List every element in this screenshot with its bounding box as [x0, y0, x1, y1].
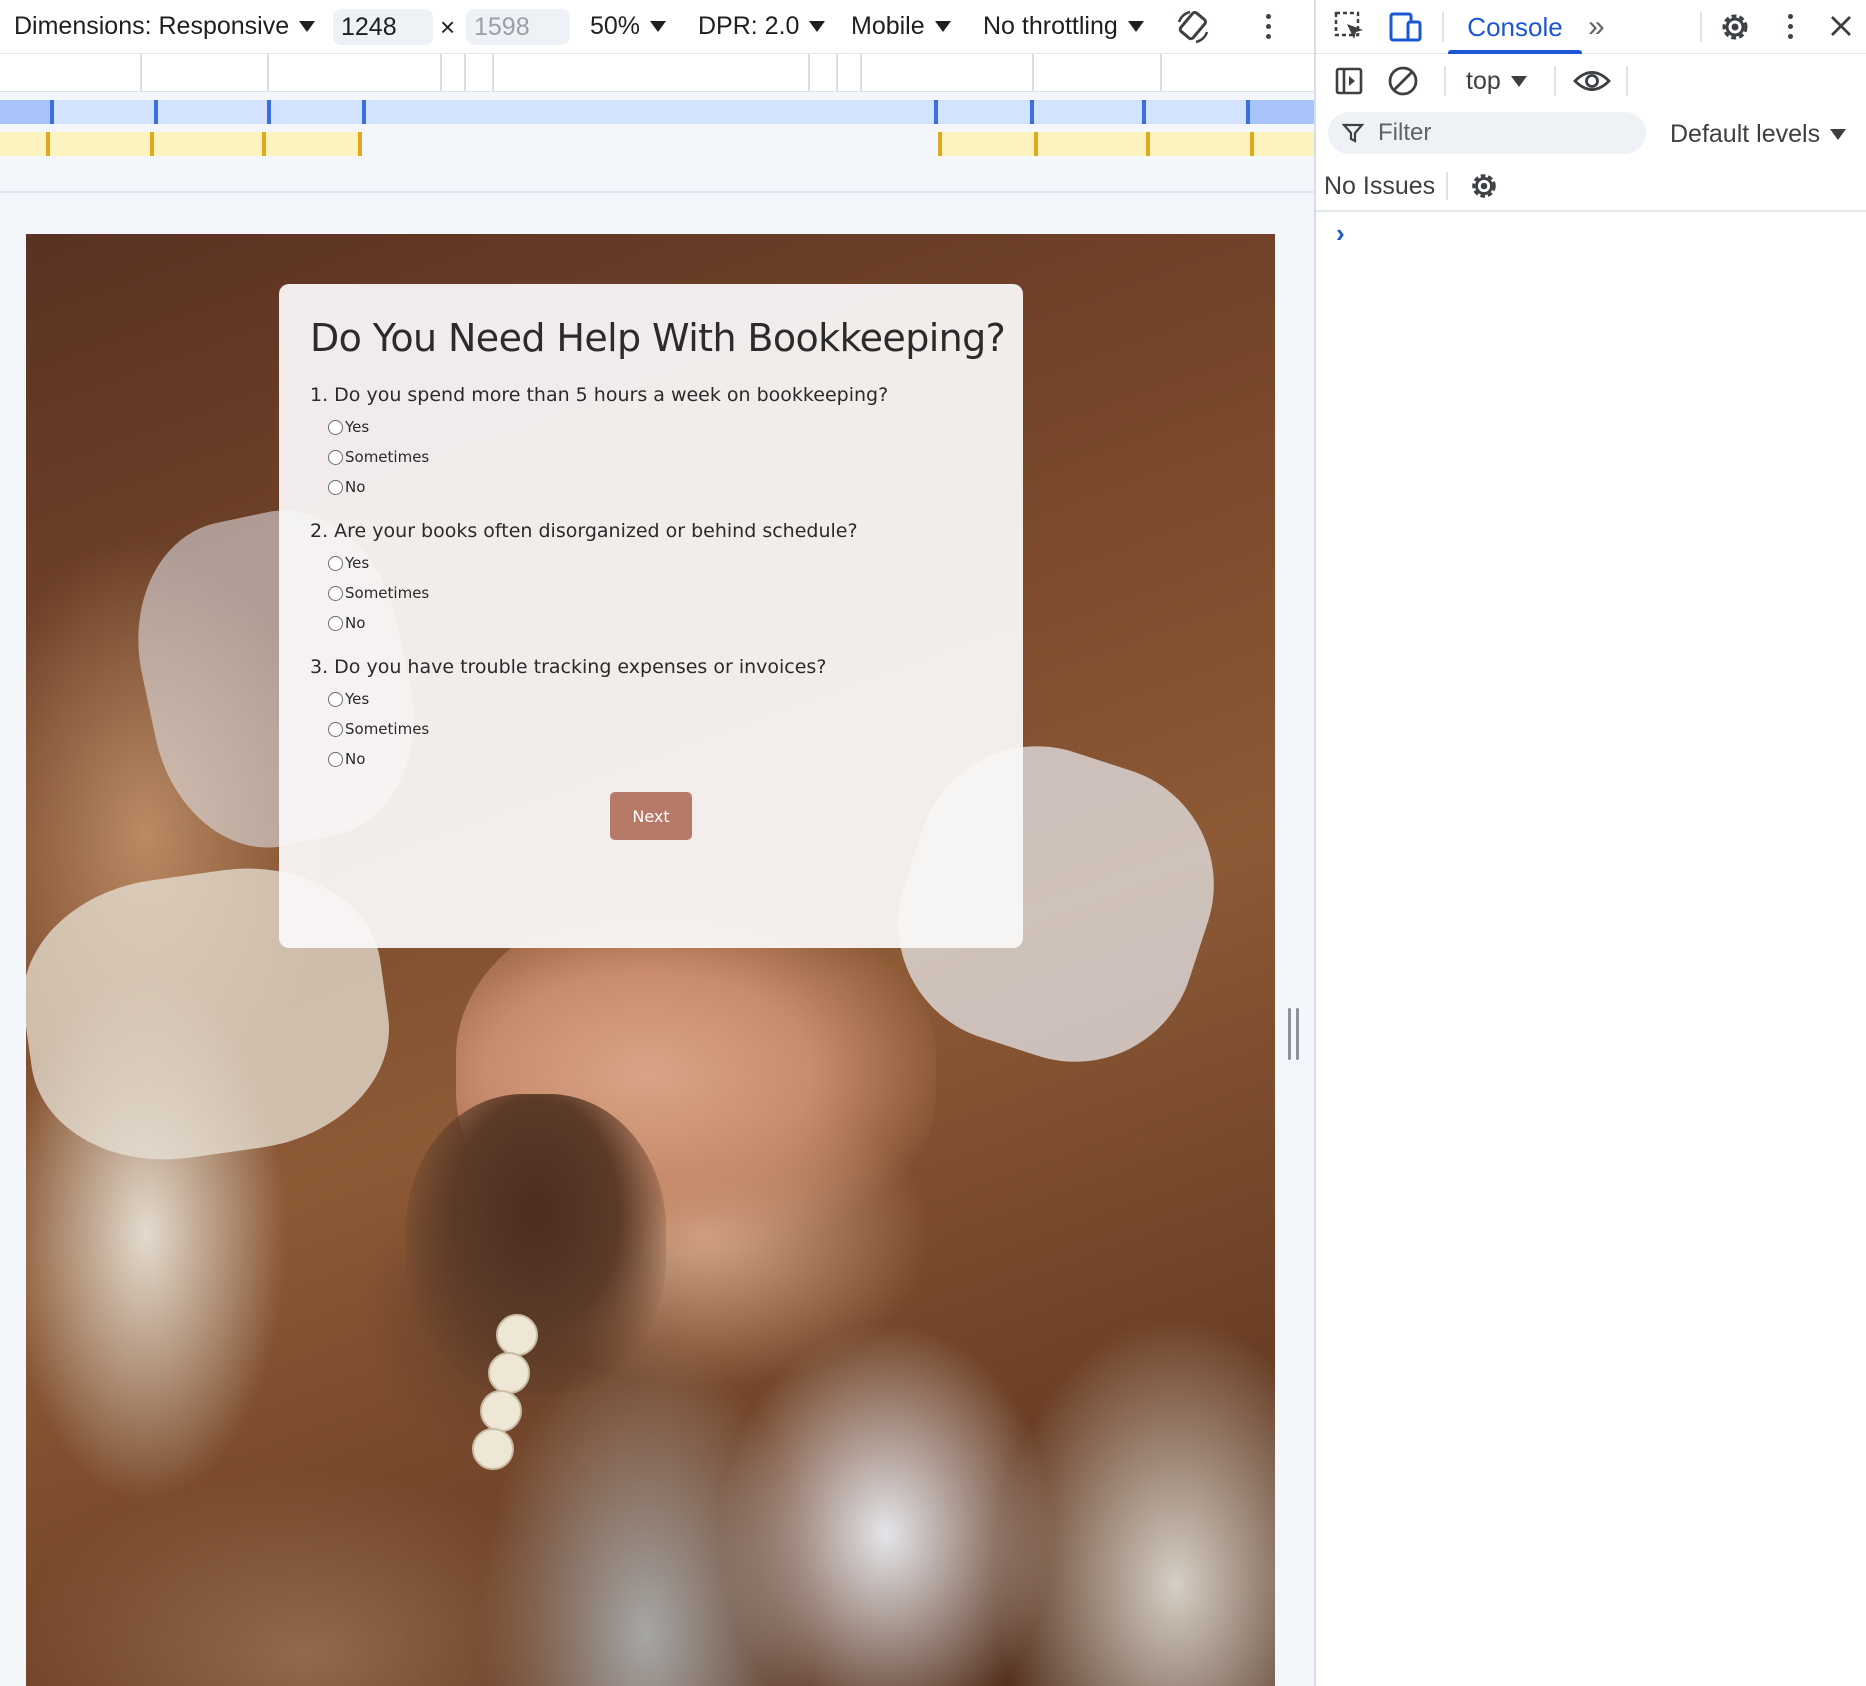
option-label: Yes — [345, 554, 370, 572]
dimensions-label: Dimensions: Responsive — [14, 12, 290, 40]
dimensions-dropdown[interactable]: Dimensions: Responsive — [14, 12, 316, 41]
option-no[interactable]: No — [310, 608, 992, 638]
device-emulation-pane: Dimensions: Responsive 1248 × 1598 50% D… — [0, 0, 1314, 1686]
devtools-panel: Console » top Filter Default levels No I… — [1314, 0, 1866, 1686]
console-settings-gear-icon[interactable] — [1466, 168, 1502, 204]
console-toolbar: top — [1316, 54, 1866, 108]
survey-title: Do You Need Help With Bookkeeping? — [310, 316, 1006, 360]
radio-button[interactable] — [328, 555, 343, 571]
chevron-down-icon — [934, 21, 951, 32]
option-label: No — [345, 478, 366, 496]
dpr-label: DPR: 2.0 — [698, 12, 800, 40]
chevron-down-icon — [809, 21, 826, 32]
option-no[interactable]: No — [310, 744, 992, 774]
throttling-label: No throttling — [983, 12, 1118, 40]
toolbar-divider — [0, 191, 1314, 193]
console-prompt-icon[interactable]: › — [1336, 218, 1345, 249]
device-type-label: Mobile — [851, 12, 925, 40]
option-label: Sometimes — [345, 720, 430, 738]
devtools-tab-bar: Console » — [1316, 0, 1866, 54]
option-yes[interactable]: Yes — [310, 684, 992, 714]
radio-button[interactable] — [328, 449, 343, 465]
next-button[interactable]: Next — [610, 792, 692, 840]
more-vert-icon[interactable] — [1266, 14, 1271, 39]
context-label: top — [1466, 66, 1501, 95]
radio-button[interactable] — [328, 479, 343, 495]
question-3: 3. Do you have trouble tracking expenses… — [310, 656, 992, 774]
log-levels-label: Default levels — [1670, 119, 1821, 148]
issues-count[interactable]: No Issues — [1324, 160, 1435, 212]
radio-button[interactable] — [328, 721, 343, 737]
option-label: No — [345, 750, 366, 768]
dpr-dropdown[interactable]: DPR: 2.0 — [698, 12, 826, 41]
filter-input[interactable]: Filter — [1328, 112, 1646, 154]
viewport-resize-handle[interactable] — [1288, 1008, 1300, 1060]
option-sometimes[interactable]: Sometimes — [310, 714, 992, 744]
rotate-icon[interactable] — [1174, 8, 1212, 46]
chevron-down-icon — [299, 21, 316, 32]
times-icon: × — [440, 12, 456, 42]
page-viewport: Do You Need Help With Bookkeeping? 1. Do… — [26, 234, 1275, 1686]
width-input[interactable]: 1248 — [333, 9, 433, 45]
question-2: 2. Are your books often disorganized or … — [310, 520, 992, 638]
more-tabs-icon[interactable]: » — [1588, 0, 1605, 54]
question-text: 3. Do you have trouble tracking expenses… — [310, 656, 827, 678]
sleeve-buttons — [472, 1314, 556, 1514]
console-filter-bar: Filter Default levels — [1316, 108, 1866, 160]
radio-button[interactable] — [328, 691, 343, 707]
filter-funnel-icon — [1342, 123, 1364, 143]
question-text: 1. Do you spend more than 5 hours a week… — [310, 384, 889, 406]
option-label: No — [345, 614, 366, 632]
device-toolbar-icon[interactable] — [1388, 9, 1424, 45]
option-yes[interactable]: Yes — [310, 548, 992, 578]
chevron-down-icon — [1510, 75, 1527, 87]
zoom-dropdown[interactable]: 50% — [590, 12, 667, 41]
radio-button[interactable] — [328, 615, 343, 631]
radio-button[interactable] — [328, 751, 343, 767]
tab-console-label: Console — [1467, 11, 1563, 42]
chevron-down-icon — [1127, 21, 1144, 32]
device-toolbar: Dimensions: Responsive 1248 × 1598 50% D… — [0, 0, 1314, 54]
option-yes[interactable]: Yes — [310, 412, 992, 442]
tab-console[interactable]: Console — [1448, 0, 1582, 54]
media-query-ruler — [0, 54, 1314, 92]
height-input[interactable]: 1598 — [466, 9, 570, 45]
settings-gear-icon[interactable] — [1716, 8, 1754, 46]
chevron-down-icon — [650, 21, 667, 32]
live-expression-eye-icon[interactable] — [1572, 63, 1612, 99]
option-label: Yes — [345, 690, 370, 708]
throttling-dropdown[interactable]: No throttling — [983, 12, 1144, 41]
max-width-media-queries-bar[interactable] — [0, 100, 1314, 124]
device-type-dropdown[interactable]: Mobile — [851, 12, 951, 41]
more-vert-icon[interactable] — [1788, 14, 1793, 39]
clear-console-icon[interactable] — [1386, 64, 1420, 98]
option-label: Yes — [345, 418, 370, 436]
zoom-label: 50% — [590, 12, 641, 40]
issues-bar: No Issues — [1316, 160, 1866, 212]
option-label: Sometimes — [345, 448, 430, 466]
close-icon[interactable] — [1826, 11, 1856, 41]
survey-card: Do You Need Help With Bookkeeping? 1. Do… — [279, 284, 1023, 948]
width-value: 1248 — [341, 12, 397, 41]
question-text: 2. Are your books often disorganized or … — [310, 520, 858, 542]
radio-button[interactable] — [328, 585, 343, 601]
min-width-media-queries-bar[interactable] — [0, 132, 1314, 156]
option-no[interactable]: No — [310, 472, 992, 502]
filter-placeholder: Filter — [1378, 119, 1432, 146]
option-label: Sometimes — [345, 584, 430, 602]
sidebar-toggle-icon[interactable] — [1332, 64, 1366, 98]
context-dropdown[interactable]: top — [1466, 54, 1527, 108]
option-sometimes[interactable]: Sometimes — [310, 578, 992, 608]
chevron-down-icon — [1830, 128, 1847, 140]
inspect-element-icon[interactable] — [1332, 9, 1368, 45]
log-levels-dropdown[interactable]: Default levels — [1670, 108, 1847, 160]
height-placeholder: 1598 — [474, 12, 530, 41]
question-1: 1. Do you spend more than 5 hours a week… — [310, 384, 992, 502]
next-button-wrap: Next — [310, 792, 992, 840]
option-sometimes[interactable]: Sometimes — [310, 442, 992, 472]
radio-button[interactable] — [328, 419, 343, 435]
